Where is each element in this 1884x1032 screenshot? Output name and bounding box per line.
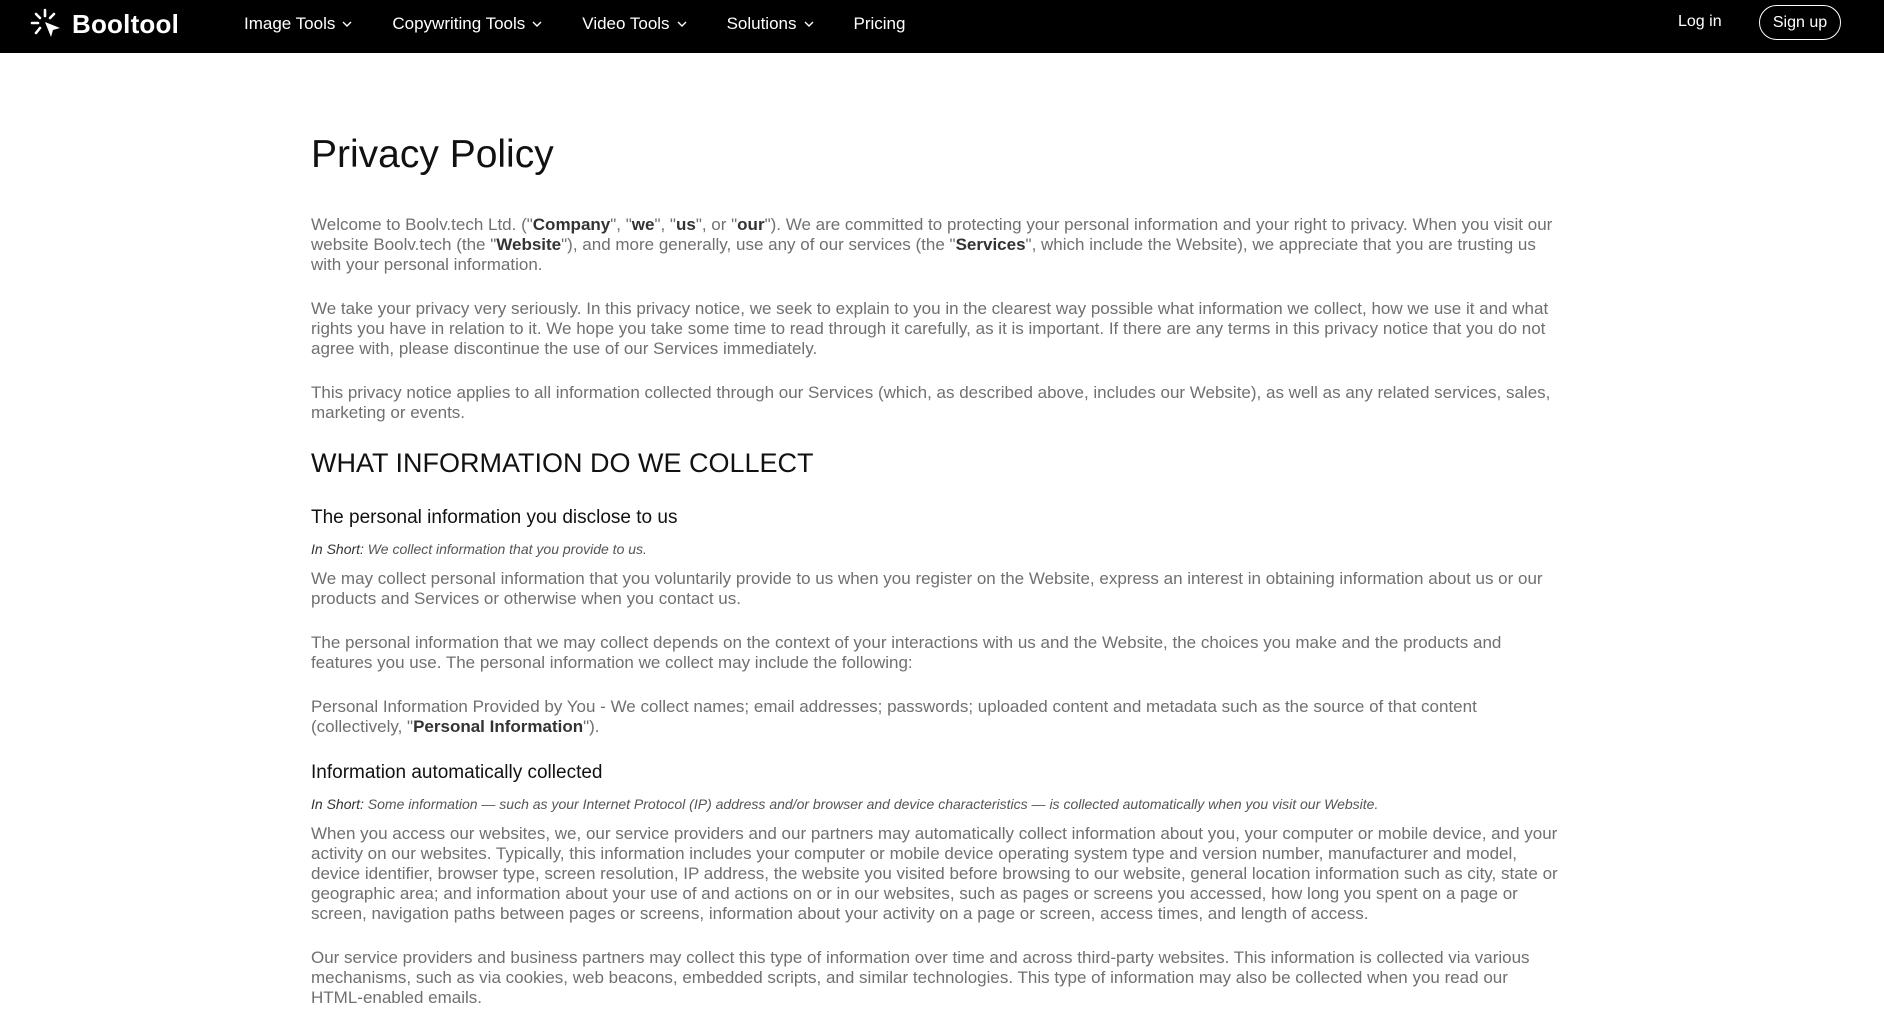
chevron-down-icon (532, 21, 542, 28)
defined-term: our (737, 215, 765, 234)
brand-name: Booltool (72, 8, 180, 39)
signup-button[interactable]: Sign up (1759, 5, 1841, 40)
top-navigation-bar: Booltool Image Tools Copywriting Tools Vid… (0, 0, 1884, 53)
section-heading: WHAT INFORMATION DO WE COLLECT (311, 448, 814, 478)
defined-term: we (631, 215, 655, 234)
nav-item-label: Image Tools (244, 14, 336, 33)
nav-item-solutions[interactable]: Solutions (727, 14, 814, 34)
body-paragraph: This privacy notice applies to all infor… (311, 383, 1551, 422)
body-paragraph: When you access our websites, we, our se… (311, 824, 1558, 923)
nav-item-label: Copywriting Tools (392, 14, 526, 33)
chevron-down-icon (677, 21, 687, 28)
defined-term: Services (955, 235, 1026, 254)
defined-term: us (675, 215, 696, 234)
page-title: Privacy Policy (311, 133, 554, 176)
body-paragraph: We may collect personal information that… (311, 569, 1543, 608)
in-short-summary: In Short: Some information — such as you… (311, 796, 1379, 812)
nav-item-video-tools[interactable]: Video Tools (582, 14, 687, 34)
in-short-label: In Short: (311, 796, 364, 812)
body-paragraph: Our service providers and business partn… (311, 948, 1530, 1007)
body-paragraph: We take your privacy very seriously. In … (311, 299, 1549, 358)
policy-content: Privacy Policy Welcome to Boolv.tech Ltd… (311, 132, 1561, 1032)
spark-icon (30, 7, 64, 41)
nav-item-copywriting-tools[interactable]: Copywriting Tools (392, 14, 542, 34)
subsection-heading: Information automatically collected (311, 762, 603, 783)
login-link[interactable]: Log in (1678, 13, 1722, 31)
defined-term: Company (532, 215, 611, 234)
subsection-heading: The personal information you disclose to… (311, 507, 678, 528)
body-paragraph: The personal information that we may col… (311, 633, 1502, 672)
subsections: The personal information you disclose to… (311, 506, 1561, 1008)
nav-item-label: Solutions (726, 14, 797, 33)
nav-item-label: Pricing (853, 14, 906, 33)
defined-term: Website (496, 235, 562, 254)
chevron-down-icon (342, 21, 352, 28)
chevron-down-icon (804, 21, 814, 28)
in-short-label: In Short: (311, 541, 364, 557)
intro-paragraphs: Welcome to Boolv.tech Ltd. ("Company", "… (311, 215, 1561, 423)
main-nav: Image Tools Copywriting Tools Video Tools S… (244, 0, 945, 48)
brand-logo[interactable]: Booltool (30, 6, 179, 42)
nav-item-label: Video Tools (582, 14, 670, 33)
nav-item-pricing[interactable]: Pricing (854, 14, 906, 34)
body-paragraph: Personal Information Provided by You - W… (311, 697, 1477, 736)
nav-item-image-tools[interactable]: Image Tools (244, 14, 352, 34)
defined-term: Personal Information (413, 717, 584, 736)
body-paragraph: Welcome to Boolv.tech Ltd. ("Company", "… (311, 215, 1553, 274)
in-short-summary: In Short: We collect information that yo… (311, 541, 647, 557)
